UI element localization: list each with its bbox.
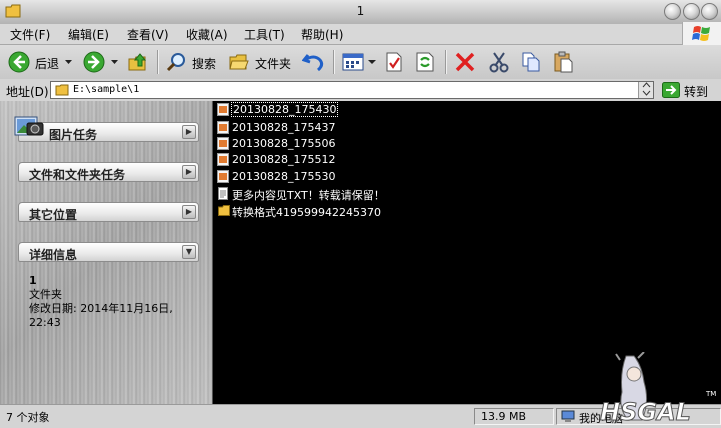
address-dropdown-button[interactable] bbox=[638, 82, 653, 98]
task-pane: 图片任务 ▶ 文件和文件夹任务 ▶ 其它位置 ▶ 详细信息 ▼ bbox=[0, 101, 212, 404]
properties-icon[interactable] bbox=[384, 51, 404, 73]
details-name: 1 bbox=[29, 274, 37, 287]
toolbar-separator bbox=[157, 50, 159, 74]
image-file-icon bbox=[217, 153, 229, 166]
svg-text:TM: TM bbox=[705, 390, 716, 398]
go-button-label[interactable]: 转到 bbox=[684, 83, 708, 100]
file-name: 更多内容见TXT！转载请保留！ bbox=[232, 189, 385, 202]
cut-icon[interactable] bbox=[488, 51, 510, 73]
standard-toolbar: 后退 搜索 文件夹 bbox=[0, 45, 721, 80]
copy-icon[interactable] bbox=[520, 51, 542, 73]
views-dropdown-icon[interactable] bbox=[368, 59, 376, 65]
chevron-down-icon bbox=[642, 82, 650, 96]
menu-edit[interactable]: 编辑(E) bbox=[68, 26, 109, 43]
explorer-window: 1 文件(F) 编辑(E) 查看(V) 收藏(A) 工具(T) 帮助(H) 后退 bbox=[0, 0, 721, 428]
chevron-right-icon[interactable]: ▶ bbox=[182, 205, 196, 219]
undo-icon[interactable] bbox=[302, 51, 326, 73]
maximize-button[interactable] bbox=[683, 3, 700, 20]
file-name: 20130828_175530 bbox=[232, 170, 336, 183]
text-file-icon bbox=[218, 187, 228, 200]
address-input[interactable]: E:\sample\1 bbox=[50, 81, 654, 99]
details-modified: 修改日期: 2014年11月16日, bbox=[29, 302, 173, 315]
computer-icon bbox=[561, 410, 575, 422]
forward-dropdown-icon[interactable] bbox=[110, 58, 119, 66]
toolbar-separator bbox=[445, 50, 447, 74]
image-file-icon bbox=[217, 103, 229, 116]
file-name: 20130828_175430 bbox=[231, 102, 339, 117]
file-name: 20130828_175506 bbox=[232, 137, 336, 150]
go-button[interactable]: 转到 bbox=[660, 81, 718, 99]
back-dropdown-icon[interactable] bbox=[64, 58, 73, 66]
file-folder-tasks-label: 文件和文件夹任务 bbox=[29, 168, 126, 182]
picture-tasks-header[interactable]: 图片任务 ▶ bbox=[18, 122, 199, 142]
other-places-header[interactable]: 其它位置 ▶ bbox=[18, 202, 199, 222]
chevron-down-icon[interactable]: ▼ bbox=[182, 245, 196, 259]
details-label: 详细信息 bbox=[29, 248, 78, 262]
camera-picture-icon bbox=[14, 116, 44, 136]
delete-icon[interactable] bbox=[454, 51, 476, 73]
back-button-label[interactable]: 后退 bbox=[35, 55, 59, 72]
menu-bar: 文件(F) 编辑(E) 查看(V) 收藏(A) 工具(T) 帮助(H) bbox=[0, 24, 721, 45]
chevron-right-icon[interactable]: ▶ bbox=[182, 125, 196, 139]
windows-flag-icon bbox=[692, 26, 710, 41]
file-folder-tasks-header[interactable]: 文件和文件夹任务 ▶ bbox=[18, 162, 199, 182]
forward-arrow-icon[interactable] bbox=[83, 51, 105, 73]
folder-icon bbox=[55, 84, 69, 96]
window-title: 1 bbox=[356, 4, 365, 18]
menu-tools[interactable]: 工具(T) bbox=[244, 26, 285, 43]
total-size: 13.9 MB bbox=[481, 410, 527, 423]
svg-text:HSGAL: HSGAL bbox=[600, 398, 691, 426]
refresh-icon[interactable] bbox=[414, 51, 436, 73]
up-folder-icon[interactable] bbox=[127, 51, 149, 73]
details-header[interactable]: 详细信息 ▼ bbox=[18, 242, 199, 262]
image-file-icon bbox=[217, 170, 229, 183]
folders-button-label[interactable]: 文件夹 bbox=[255, 55, 291, 72]
other-places-label: 其它位置 bbox=[29, 208, 78, 222]
go-arrow-icon bbox=[662, 82, 680, 98]
toolbar-separator bbox=[333, 50, 335, 74]
address-label: 地址(D) bbox=[6, 85, 49, 99]
hsgal-watermark-logo: HSGAL TM bbox=[600, 352, 716, 426]
menu-file[interactable]: 文件(F) bbox=[10, 26, 50, 43]
image-file-icon bbox=[217, 137, 229, 150]
back-arrow-icon[interactable] bbox=[8, 51, 30, 73]
minimize-button[interactable] bbox=[664, 3, 681, 20]
windows-logo bbox=[682, 22, 721, 46]
details-panel: 1 文件夹 修改日期: 2014年11月16日, 22:43 bbox=[29, 274, 173, 330]
address-bar: 地址(D) E:\sample\1 转到 bbox=[0, 79, 721, 102]
title-bar[interactable]: 1 bbox=[0, 0, 721, 25]
object-count: 7 个对象 bbox=[6, 411, 50, 424]
menu-view[interactable]: 查看(V) bbox=[127, 26, 169, 43]
menu-help[interactable]: 帮助(H) bbox=[301, 26, 343, 43]
folder-icon bbox=[218, 205, 230, 216]
image-file-icon bbox=[217, 121, 229, 134]
search-icon[interactable] bbox=[165, 51, 187, 73]
file-name: 20130828_175437 bbox=[232, 121, 336, 134]
views-icon[interactable] bbox=[342, 52, 364, 72]
search-button-label[interactable]: 搜索 bbox=[192, 55, 216, 72]
details-modified-time: 22:43 bbox=[29, 316, 61, 329]
menu-favorites[interactable]: 收藏(A) bbox=[186, 26, 228, 43]
details-type: 文件夹 bbox=[29, 288, 62, 301]
paste-icon[interactable] bbox=[552, 50, 574, 74]
file-name: 20130828_175512 bbox=[232, 153, 336, 166]
size-cell: 13.9 MB bbox=[474, 408, 554, 425]
chevron-right-icon[interactable]: ▶ bbox=[182, 165, 196, 179]
folders-icon[interactable] bbox=[228, 52, 250, 72]
close-button[interactable] bbox=[701, 3, 718, 20]
address-path: E:\sample\1 bbox=[73, 84, 140, 95]
picture-tasks-label: 图片任务 bbox=[49, 128, 98, 142]
file-name: 转换格式419599942245370 bbox=[232, 206, 381, 219]
